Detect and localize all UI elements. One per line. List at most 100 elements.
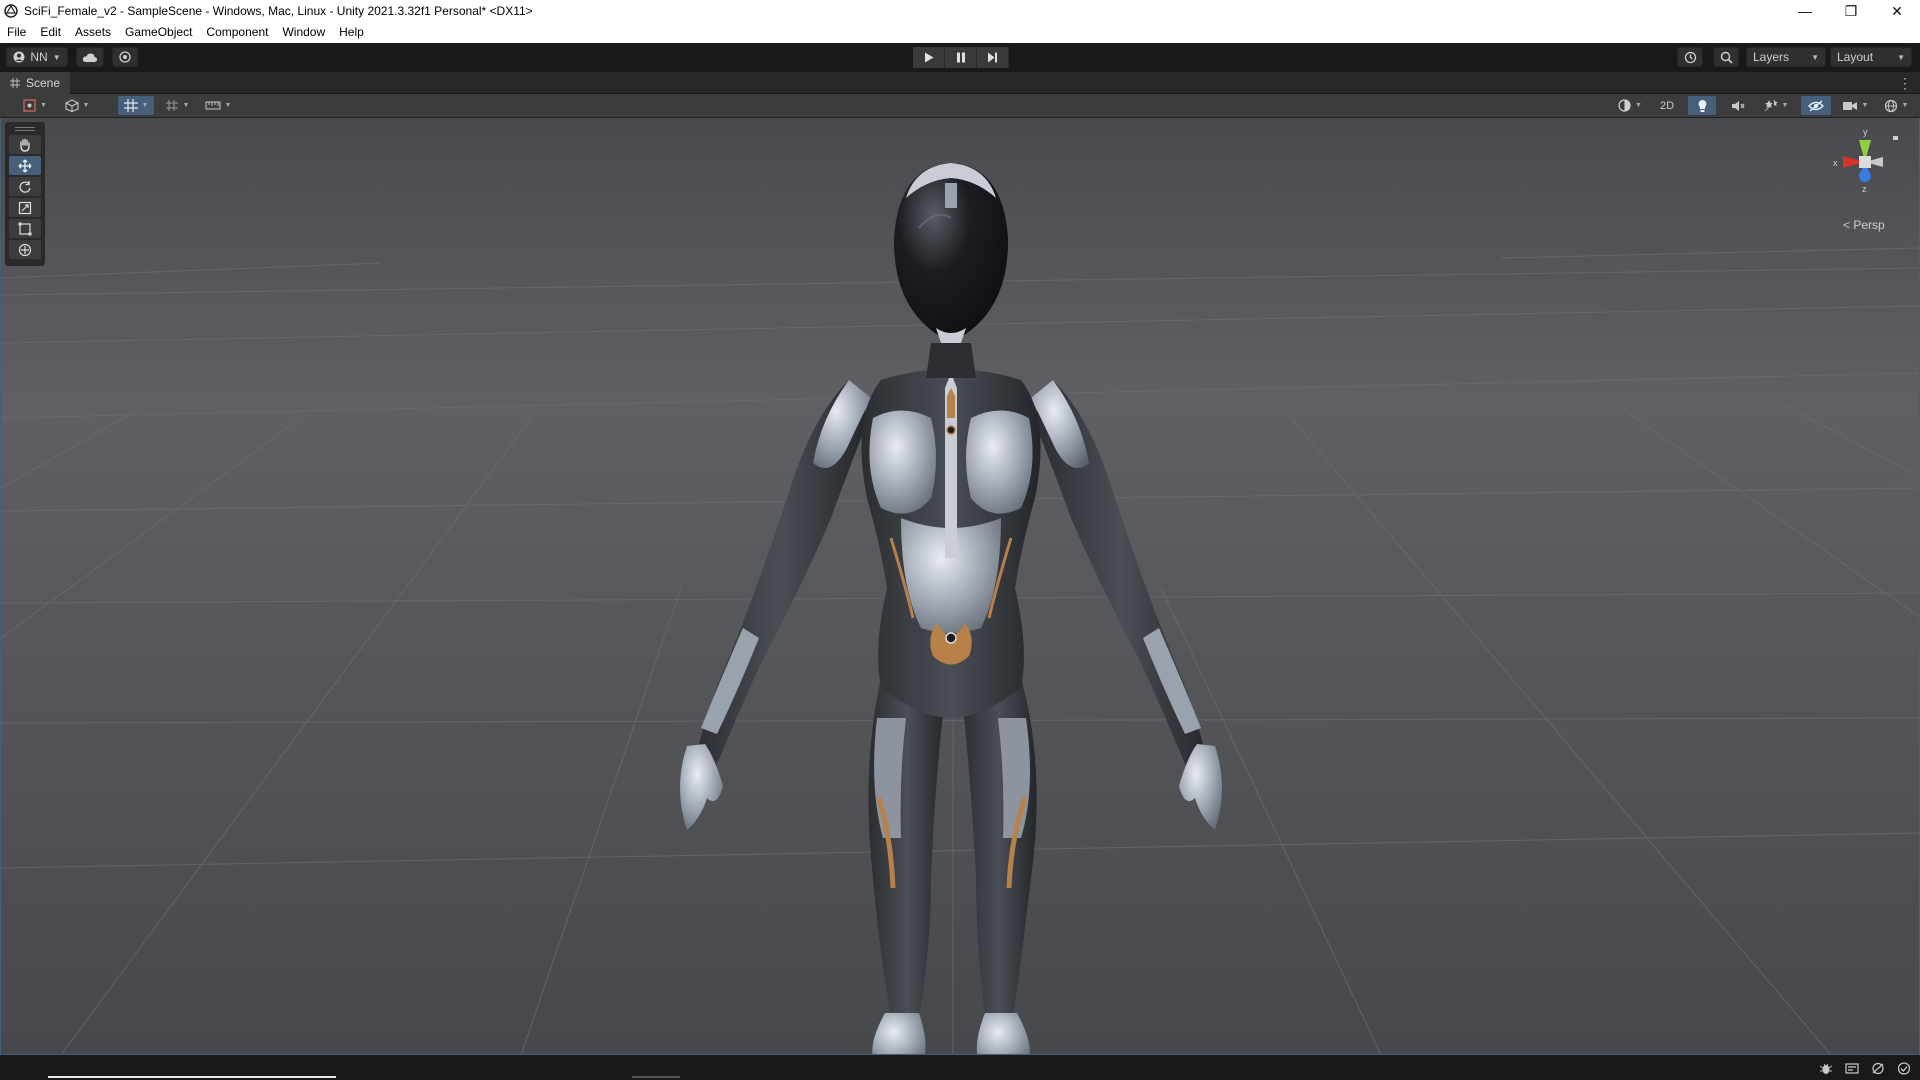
chevron-down-icon: ▼	[141, 102, 149, 109]
transform-tool[interactable]	[9, 240, 41, 259]
grid-visibility-dropdown[interactable]: ▼	[160, 96, 194, 115]
search-button[interactable]	[1713, 47, 1739, 67]
menu-window[interactable]: Window	[275, 22, 332, 43]
chevron-down-icon: ▼	[1897, 52, 1905, 62]
audio-toggle[interactable]	[1724, 96, 1752, 115]
chevron-down-icon: ▼	[1811, 52, 1819, 62]
cube-icon	[64, 99, 79, 112]
gizmos-dropdown[interactable]: ▼	[1878, 96, 1914, 115]
hand-tool[interactable]	[9, 135, 41, 154]
rotate-tool-icon	[19, 180, 31, 193]
eye-hidden-icon	[1808, 100, 1824, 111]
search-icon	[1720, 51, 1733, 64]
status-progress-bar	[48, 1076, 336, 1078]
projection-toggle[interactable]: < Persp	[1843, 218, 1885, 232]
chevron-down-icon: ▼	[1781, 102, 1789, 109]
global-local-dropdown[interactable]: ▼	[60, 96, 94, 115]
move-tool[interactable]	[9, 156, 41, 175]
menu-assets[interactable]: Assets	[68, 22, 118, 43]
build-icon[interactable]	[1844, 1061, 1860, 1075]
scene-view-canvas	[1, 118, 1919, 1054]
play-button[interactable]	[913, 47, 945, 68]
menu-gameobject[interactable]: GameObject	[118, 22, 199, 43]
step-icon	[988, 52, 997, 63]
chevron-down-icon: ▼	[1635, 102, 1642, 109]
tool-handle-dropdown[interactable]: ▼	[18, 96, 52, 115]
effects-icon	[1764, 99, 1778, 112]
menu-component[interactable]: Component	[199, 22, 275, 43]
effects-dropdown[interactable]: ▼	[1758, 96, 1794, 115]
grid-snapping-toggle[interactable]: ▼	[118, 96, 154, 115]
camera-icon	[1842, 101, 1857, 110]
main-toolbar: NN ▼ Layers ▼ Layout ▼	[0, 43, 1920, 72]
unity-logo-icon	[4, 4, 18, 18]
ruler-icon	[204, 101, 221, 110]
restore-button[interactable]: ❐	[1828, 0, 1874, 22]
minimize-button[interactable]: —	[1782, 0, 1828, 22]
layers-label: Layers	[1753, 50, 1790, 64]
camera-settings-dropdown[interactable]: ▼	[1838, 96, 1872, 115]
tab-scene[interactable]: Scene	[0, 72, 71, 94]
rect-tool-icon	[18, 222, 32, 235]
account-dropdown[interactable]: NN ▼	[6, 47, 68, 67]
playback-controls	[913, 47, 1009, 68]
scale-tool[interactable]	[9, 198, 41, 217]
chevron-down-icon: ▼	[224, 102, 232, 109]
hand-tool-icon	[20, 138, 30, 152]
move-tool-icon	[18, 159, 32, 172]
menu-edit[interactable]: Edit	[33, 22, 68, 43]
status-progress-secondary	[632, 1076, 680, 1078]
status-bar	[0, 1055, 1920, 1080]
cloud-button[interactable]	[76, 47, 104, 67]
scene-grid-icon	[10, 78, 20, 88]
gizmo-z-label: z	[1862, 184, 1867, 194]
gizmo-globe-icon	[1884, 99, 1897, 112]
scale-tool-icon	[18, 201, 32, 214]
pivot-icon	[23, 99, 36, 112]
projection-label: Persp	[1853, 218, 1885, 232]
more-options-icon[interactable]: ⋮	[1898, 75, 1912, 92]
connection-icon[interactable]	[1870, 1061, 1886, 1075]
palette-grip[interactable]	[5, 124, 45, 134]
pause-button[interactable]	[945, 47, 977, 68]
chevron-down-icon: ▼	[52, 52, 61, 62]
increment-snapping-dropdown[interactable]: ▼	[200, 96, 236, 115]
layers-dropdown[interactable]: Layers ▼	[1746, 47, 1826, 67]
shading-sphere-icon	[1618, 99, 1631, 112]
close-button[interactable]: ✕	[1874, 0, 1920, 22]
account-icon	[13, 51, 25, 63]
undo-history-button[interactable]	[1677, 47, 1703, 67]
menu-file[interactable]: File	[0, 22, 33, 43]
chevron-down-icon: ▼	[1861, 102, 1869, 109]
lighting-toggle[interactable]	[1688, 96, 1716, 115]
window-title-bar: SciFi_Female_v2 - SampleScene - Windows,…	[0, 0, 1920, 22]
tool-palette	[5, 122, 45, 266]
account-label: NN	[30, 50, 48, 64]
rect-tool[interactable]	[9, 219, 41, 238]
pause-icon	[956, 52, 965, 63]
transform-tool-icon	[18, 243, 32, 256]
lightbulb-icon	[1698, 99, 1706, 112]
2d-toggle[interactable]: 2D	[1653, 96, 1681, 115]
scene-toolbar: ▼ ▼ ▼ ▼ ▼ ▼ 2D ▼ ▼ ▼	[0, 94, 1920, 118]
check-icon[interactable]	[1896, 1061, 1912, 1075]
collab-button[interactable]	[112, 47, 138, 67]
bug-icon[interactable]	[1818, 1061, 1834, 1075]
draw-mode-dropdown[interactable]: ▼	[1612, 96, 1648, 115]
play-icon	[924, 52, 933, 63]
scene-viewport[interactable]: y x z < Persp	[0, 118, 1920, 1055]
grid-snap-icon	[123, 99, 138, 112]
layout-dropdown[interactable]: Layout ▼	[1830, 47, 1912, 67]
scene-visibility-toggle[interactable]	[1801, 96, 1831, 115]
step-button[interactable]	[977, 47, 1009, 68]
orientation-gizmo[interactable]: y x z < Persp	[1825, 126, 1905, 236]
window-title: SciFi_Female_v2 - SampleScene - Windows,…	[24, 4, 533, 18]
gizmo-x-label: x	[1833, 158, 1838, 168]
rotate-tool[interactable]	[9, 177, 41, 196]
menu-help[interactable]: Help	[332, 22, 371, 43]
axis-gizmo-icon: y x z	[1833, 127, 1898, 194]
tab-scene-label: Scene	[26, 76, 61, 90]
chevron-down-icon: ▼	[82, 102, 90, 109]
chevron-down-icon: ▼	[40, 102, 47, 109]
scene-tab-bar: Scene ⋮	[0, 72, 1920, 94]
